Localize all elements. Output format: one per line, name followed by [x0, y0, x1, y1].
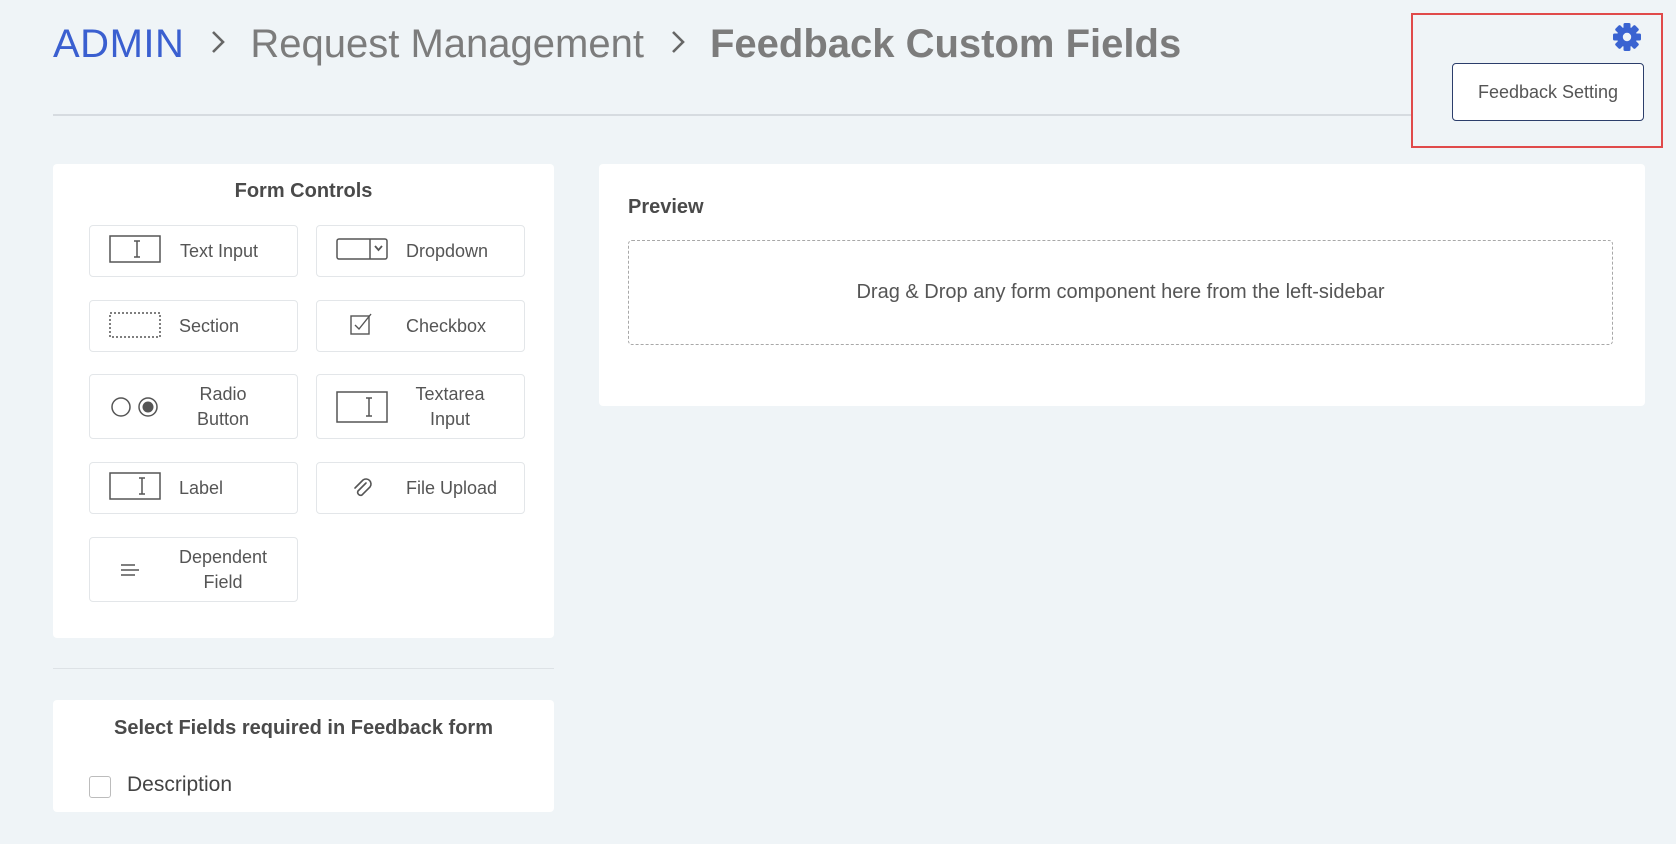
section-divider: [53, 668, 554, 669]
control-textarea-input[interactable]: Textarea Input: [316, 374, 525, 439]
dropdown-icon: [336, 238, 388, 265]
control-label: Textarea Input: [415, 384, 485, 429]
description-checkbox[interactable]: [89, 776, 111, 798]
control-label: File Upload: [406, 478, 498, 498]
lines-icon: [120, 563, 140, 584]
radio-button-icon: [111, 395, 161, 424]
control-label-field[interactable]: Label: [89, 462, 298, 514]
breadcrumb-admin-link[interactable]: ADMIN: [53, 22, 184, 67]
required-fields-title: Select Fields required in Feedback form: [113, 717, 493, 739]
page-title: Feedback Custom Fields: [709, 21, 1182, 66]
preview-panel: Preview Drag & Drop any form component h…: [599, 164, 1645, 406]
preview-title: Preview: [628, 196, 704, 218]
control-checkbox[interactable]: Checkbox: [316, 300, 525, 352]
breadcrumb: ADMIN Request Management Feedback Custom…: [53, 14, 1181, 74]
gear-icon[interactable]: [1612, 22, 1642, 52]
header-divider: [53, 114, 1413, 116]
control-dependent-field[interactable]: Dependent Field: [89, 537, 298, 602]
control-label: Dependent Field: [178, 547, 268, 592]
control-section[interactable]: Section: [89, 300, 298, 352]
feedback-setting-button[interactable]: Feedback Setting: [1452, 63, 1644, 121]
control-label: Dropdown: [406, 241, 489, 261]
section-icon: [109, 312, 161, 343]
checkbox-icon: [349, 312, 373, 341]
control-dropdown[interactable]: Dropdown: [316, 225, 525, 277]
form-dropzone[interactable]: Drag & Drop any form component here from…: [628, 240, 1613, 345]
control-label: Radio Button: [196, 384, 250, 429]
control-label: Label: [179, 478, 224, 498]
breadcrumb-separator-icon: [670, 25, 686, 64]
control-label: Text Input: [180, 241, 259, 261]
control-file-upload[interactable]: File Upload: [316, 462, 525, 514]
form-controls-panel: Form Controls Text Input Dropdown Sectio…: [53, 164, 554, 638]
breadcrumb-request-management-link[interactable]: Request Management: [250, 22, 644, 67]
required-fields-panel: Select Fields required in Feedback form …: [53, 700, 554, 812]
control-label: Checkbox: [406, 316, 487, 336]
textarea-icon: [336, 391, 388, 428]
text-input-icon: [109, 235, 161, 268]
form-controls-title: Form Controls: [234, 180, 373, 202]
label-icon: [109, 472, 161, 505]
control-text-input[interactable]: Text Input: [89, 225, 298, 277]
control-radio-button[interactable]: Radio Button: [89, 374, 298, 439]
breadcrumb-separator-icon: [210, 25, 226, 64]
control-label: Section: [179, 316, 240, 336]
dropzone-hint: Drag & Drop any form component here from…: [856, 281, 1385, 303]
description-checkbox-label[interactable]: Description: [127, 773, 232, 797]
paperclip-icon: [353, 478, 373, 505]
